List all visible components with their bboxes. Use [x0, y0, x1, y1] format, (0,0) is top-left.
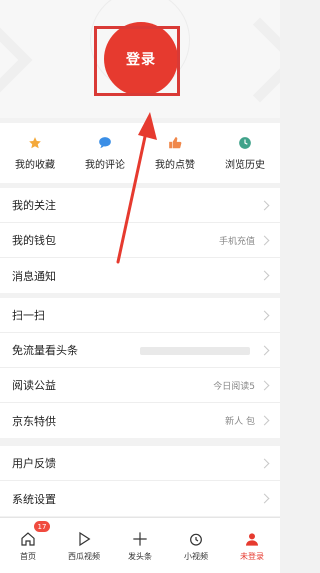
tab-xigua-video[interactable]: 西瓜视频 — [56, 518, 112, 573]
tab-post[interactable]: 发头条 — [112, 518, 168, 573]
menu-row-settings[interactable]: 系统设置 — [0, 481, 280, 516]
header-decoration — [217, 17, 280, 103]
menu-row-notifications[interactable]: 消息通知 — [0, 258, 280, 293]
comment-icon — [97, 135, 113, 151]
menu-row-jd-special[interactable]: 京东特供 新人 包 — [0, 403, 280, 438]
menu-group-account: 我的关注 我的钱包 手机充值 消息通知 — [0, 188, 280, 293]
quick-action-comments[interactable]: 我的评论 — [70, 123, 140, 183]
chevron-right-icon — [259, 310, 270, 320]
chevron-right-icon — [259, 270, 270, 281]
menu-row-title: 京东特供 — [12, 414, 56, 428]
chevron-right-icon — [259, 235, 270, 245]
menu-row-title: 消息通知 — [12, 269, 56, 283]
quick-action-label: 我的评论 — [85, 160, 125, 171]
notification-badge: 17 — [34, 521, 50, 532]
menu-row-title: 用户反馈 — [12, 457, 56, 470]
blurred-detail — [140, 347, 250, 355]
bottom-tab-bar: 首页 17 西瓜视频 发头条 小视频 未登录 — [0, 517, 280, 573]
menu-row-title: 系统设置 — [12, 492, 56, 506]
menu-row-title: 我的钱包 — [12, 234, 56, 247]
menu-row-following[interactable]: 我的关注 — [0, 188, 280, 223]
user-icon — [243, 530, 261, 548]
menu-row-free-data[interactable]: 免流量看头条 — [0, 333, 280, 368]
chevron-right-icon — [259, 493, 270, 504]
menu-row-title: 阅读公益 — [12, 379, 56, 392]
clock-icon — [237, 135, 253, 151]
menu-row-title: 扫一扫 — [12, 309, 45, 322]
chevron-right-icon — [259, 345, 270, 355]
menu-row-detail: 手机充值 — [218, 236, 255, 247]
menu-row-wallet[interactable]: 我的钱包 手机充值 — [0, 223, 280, 258]
home-icon — [19, 530, 37, 548]
quick-action-label: 我的收藏 — [15, 160, 55, 171]
chevron-right-icon — [259, 458, 270, 468]
menu-group-services: 扫一扫 免流量看头条 阅读公益 今日阅读5 京东特供 新人 包 — [0, 298, 280, 438]
header-decoration — [0, 17, 33, 103]
quick-action-label: 我的点赞 — [155, 160, 195, 171]
quick-action-history[interactable]: 浏览历史 — [210, 123, 280, 183]
chevron-right-icon — [259, 415, 270, 426]
tab-label: 发头条 — [128, 551, 152, 561]
plus-icon — [131, 530, 149, 548]
tab-home[interactable]: 首页 17 — [0, 518, 56, 573]
quick-actions-bar: 我的收藏 我的评论 我的点赞 浏览历史 — [0, 123, 280, 183]
tab-label: 西瓜视频 — [68, 551, 100, 561]
tab-label: 首页 — [20, 551, 36, 561]
thumbs-up-icon — [167, 135, 183, 151]
quick-action-label: 浏览历史 — [225, 160, 265, 171]
quick-action-favorites[interactable]: 我的收藏 — [0, 123, 70, 183]
annotation-highlight-box — [94, 26, 180, 96]
tab-label: 未登录 — [240, 551, 264, 561]
menu-row-title: 我的关注 — [12, 199, 56, 212]
menu-group-settings: 用户反馈 系统设置 — [0, 446, 280, 516]
menu-row-detail: 新人 包 — [225, 417, 255, 427]
tab-small-video[interactable]: 小视频 — [168, 518, 224, 573]
chevron-right-icon — [259, 200, 270, 210]
play-icon — [75, 530, 93, 548]
tab-label: 小视频 — [184, 551, 208, 561]
tab-profile[interactable]: 未登录 — [224, 518, 280, 573]
quick-action-likes[interactable]: 我的点赞 — [140, 123, 210, 183]
small-video-icon — [187, 530, 205, 548]
menu-row-feedback[interactable]: 用户反馈 — [0, 446, 280, 481]
star-icon — [27, 135, 43, 151]
menu-row-detail: 今日阅读5 — [213, 381, 255, 392]
menu-row-reading-charity[interactable]: 阅读公益 今日阅读5 — [0, 368, 280, 403]
menu-row-scan[interactable]: 扫一扫 — [0, 298, 280, 333]
chevron-right-icon — [259, 380, 270, 390]
